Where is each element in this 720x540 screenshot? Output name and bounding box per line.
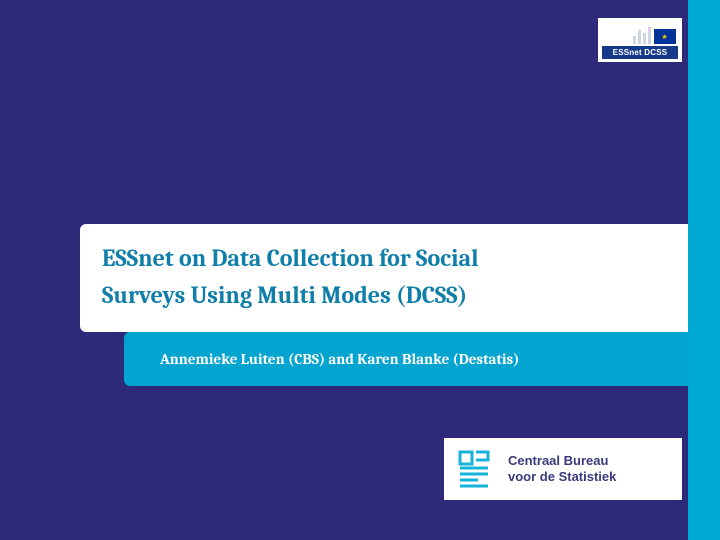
cbs-logo-text: Centraal Bureau voor de Statistiek [508, 453, 616, 486]
slide-title: ESSnet on Data Collection for Social Sur… [102, 240, 666, 314]
authors-box: Annemieke Luiten (CBS) and Karen Blanke … [124, 332, 688, 386]
authors-text: Annemieke Luiten (CBS) and Karen Blanke … [160, 350, 519, 368]
essnet-dcss-badge: ★ ESSnet DCSS [598, 18, 682, 62]
ec-bars-icon [633, 24, 651, 44]
slide-title-line2: Surveys Using Multi Modes (DCSS) [102, 281, 467, 309]
cbs-logo-line1: Centraal Bureau [508, 453, 616, 469]
slide: ★ ESSnet DCSS ESSnet on Data Collection … [0, 0, 720, 540]
cbs-mark-icon [454, 448, 496, 490]
accent-stripe [688, 0, 720, 540]
slide-title-line1: ESSnet on Data Collection for Social [102, 244, 479, 272]
title-box: ESSnet on Data Collection for Social Sur… [80, 224, 688, 332]
cbs-logo-box: Centraal Bureau voor de Statistiek [444, 438, 682, 500]
eu-flag-icon: ★ [654, 29, 676, 44]
essnet-badge-label: ESSnet DCSS [602, 46, 678, 59]
cbs-logo-line2: voor de Statistiek [508, 469, 616, 485]
